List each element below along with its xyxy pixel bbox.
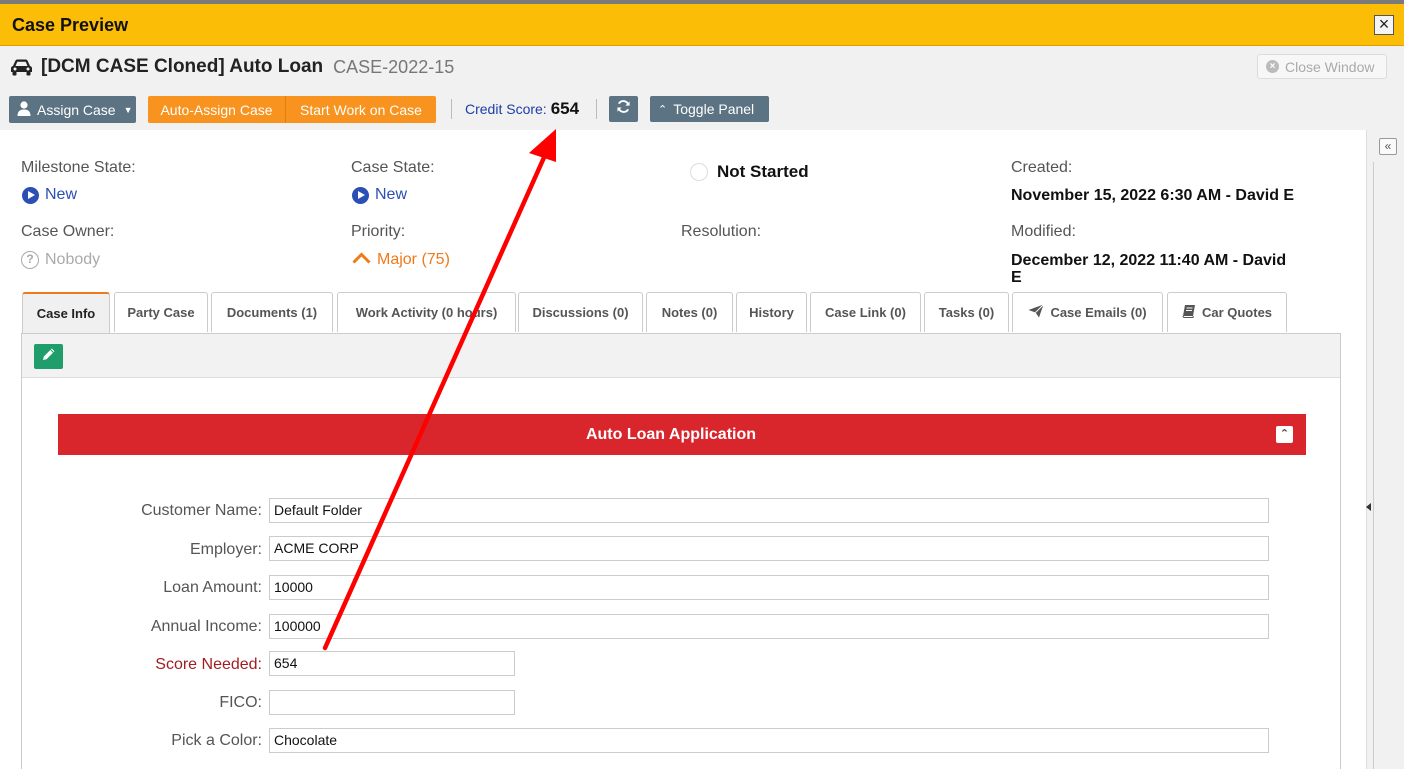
credit-score-value: 654: [550, 99, 580, 118]
case-owner-label: Case Owner:: [21, 223, 115, 240]
case-title: [DCM CASE Cloned] Auto Loan CASE-2022-15: [10, 54, 454, 80]
assign-case-label: Assign Case: [37, 101, 116, 118]
close-window-button[interactable]: × Close Window: [1257, 54, 1387, 79]
double-chevron-left-icon[interactable]: «: [1379, 138, 1397, 155]
toolbar-divider: [451, 99, 452, 119]
priority-label: Priority:: [351, 223, 406, 240]
paper-plane-icon: [1028, 304, 1045, 321]
side-panel-divider: [1373, 162, 1374, 769]
fico-input[interactable]: [269, 690, 515, 715]
question-circle-icon: ?: [21, 251, 39, 269]
refresh-icon: [616, 99, 631, 119]
pick-color-label: Pick a Color:: [171, 732, 262, 749]
modified-value-line2: E: [1011, 269, 1022, 286]
tab-documents[interactable]: Documents (1): [211, 292, 333, 332]
caret-down-icon: ▼: [123, 104, 133, 115]
milestone-state-text: New: [45, 186, 78, 203]
case-state-text: New: [375, 186, 408, 203]
assign-case-button[interactable]: Assign Case ▼: [9, 96, 136, 123]
tab-case-emails[interactable]: Case Emails (0): [1012, 292, 1163, 332]
case-owner-value[interactable]: ? Nobody: [21, 251, 100, 269]
milestone-state-value[interactable]: New: [22, 186, 77, 204]
milestone-state-label: Milestone State:: [21, 159, 136, 176]
modified-value-line1: December 12, 2022 11:40 AM - David: [1011, 252, 1287, 269]
tab-car-quotes-label: Car Quotes: [1201, 305, 1273, 320]
toolbar-divider: [596, 99, 597, 119]
score-needed-label: Score Needed:: [155, 656, 262, 673]
tab-case-info[interactable]: Case Info: [22, 292, 110, 333]
user-icon: [17, 100, 31, 119]
edit-button[interactable]: [34, 344, 63, 369]
window-title: Case Preview: [12, 15, 129, 35]
tab-history[interactable]: History: [736, 292, 807, 332]
start-work-button[interactable]: Start Work on Case: [286, 96, 436, 123]
employer-label: Employer:: [189, 541, 262, 558]
panel-handle-icon[interactable]: [1366, 503, 1371, 511]
annual-income-input[interactable]: 100000: [269, 614, 1269, 639]
loan-amount-input[interactable]: 10000: [269, 575, 1269, 600]
case-id: CASE-2022-15: [333, 56, 455, 77]
close-circle-icon: ×: [1266, 60, 1279, 73]
resolution-label: Resolution:: [681, 223, 762, 240]
double-chevron-up-icon: ⌃: [658, 103, 668, 116]
tab-party-case[interactable]: Party Case: [114, 292, 208, 332]
tab-tasks[interactable]: Tasks (0): [924, 292, 1009, 332]
status-circle-icon: [690, 163, 708, 181]
credit-score-label: Credit Score:: [465, 101, 547, 117]
book-icon: [1182, 304, 1196, 321]
case-status: Not Started: [690, 162, 809, 182]
credit-score: Credit Score: 654: [465, 99, 579, 119]
pencil-icon: [42, 347, 56, 366]
close-icon[interactable]: ×: [1374, 15, 1394, 35]
priority-value[interactable]: Major (75): [352, 251, 450, 269]
fico-label: FICO:: [219, 694, 262, 711]
auto-assign-case-button[interactable]: Auto-Assign Case: [148, 96, 286, 123]
tab-case-link[interactable]: Case Link (0): [810, 292, 921, 332]
play-circle-icon: [22, 186, 39, 204]
refresh-button[interactable]: [609, 96, 638, 122]
tab-work-activity[interactable]: Work Activity (0 hours): [337, 292, 516, 332]
annual-income-label: Annual Income:: [150, 618, 262, 635]
section-title: Auto Loan Application: [585, 426, 757, 443]
toggle-panel-button[interactable]: ⌃ Toggle Panel: [650, 96, 769, 122]
tab-car-quotes[interactable]: Car Quotes: [1167, 292, 1287, 332]
case-owner-text: Nobody: [45, 251, 101, 268]
employer-input[interactable]: ACME CORP: [269, 536, 1269, 561]
case-name: [DCM CASE Cloned] Auto Loan: [41, 56, 324, 77]
panel-toolbar: [22, 334, 1340, 378]
right-side-panel: «: [1366, 130, 1404, 769]
play-circle-icon: [352, 186, 369, 204]
car-icon: [10, 58, 33, 76]
customer-name-label: Customer Name:: [141, 502, 262, 519]
title-bar: Case Preview ×: [0, 4, 1404, 46]
auto-loan-section-header[interactable]: Auto Loan Application ⌃: [58, 414, 1306, 455]
customer-name-input[interactable]: Default Folder: [269, 498, 1269, 523]
case-status-text: Not Started: [717, 162, 809, 181]
close-window-label: Close Window: [1285, 58, 1375, 75]
collapse-section-icon[interactable]: ⌃: [1276, 426, 1293, 443]
annotation-arrow-head: [529, 129, 556, 162]
created-label: Created:: [1011, 159, 1073, 176]
loan-amount-label: Loan Amount:: [163, 579, 262, 596]
score-needed-input[interactable]: 654: [269, 651, 515, 676]
case-state-value[interactable]: New: [352, 186, 407, 204]
case-state-label: Case State:: [351, 159, 435, 176]
pick-color-select[interactable]: Chocolate: [269, 728, 1269, 753]
priority-text: Major (75): [377, 251, 450, 268]
tab-discussions[interactable]: Discussions (0): [518, 292, 643, 332]
tab-notes[interactable]: Notes (0): [646, 292, 733, 332]
toggle-panel-label: Toggle Panel: [673, 101, 755, 117]
created-value: November 15, 2022 6:30 AM - David E: [1011, 187, 1295, 204]
tab-case-emails-label: Case Emails (0): [1050, 305, 1147, 320]
chevron-up-icon: [352, 251, 371, 269]
modified-label: Modified:: [1011, 223, 1076, 240]
